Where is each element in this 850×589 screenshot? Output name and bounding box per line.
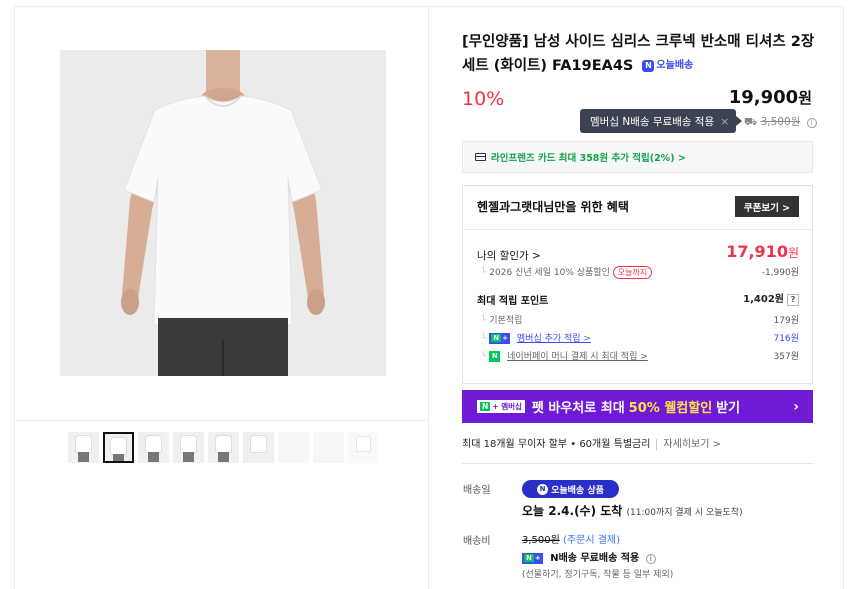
product-main-image[interactable] bbox=[60, 50, 386, 376]
tshirt-model-photo bbox=[60, 50, 386, 376]
thumbnail[interactable] bbox=[138, 432, 169, 463]
base-points-label: 기본적립 bbox=[489, 316, 523, 326]
max-points-label: 최대 적립 포인트 bbox=[477, 296, 549, 307]
free-shipping-row: N + N배송 무료배송 적용 i bbox=[522, 549, 656, 564]
npay-points-row: └ N 네이버페이 머니 결제 시 최대 적립 > bbox=[481, 351, 648, 362]
close-icon[interactable]: × bbox=[720, 115, 729, 128]
my-price-unit: 원 bbox=[787, 246, 799, 260]
arrival-date: 오늘 2.4.(수) 도착 bbox=[522, 504, 623, 518]
membership-tag: N + 멤버십 bbox=[477, 400, 525, 413]
product-title: [무인양품] 남성 사이드 심리스 크루넥 반소매 티셔츠 2장 세트 (화이트… bbox=[462, 30, 822, 78]
installment-more-link[interactable]: 자세히보기 > bbox=[656, 439, 721, 450]
thumbnail-strip bbox=[68, 432, 379, 463]
info-icon[interactable]: i bbox=[645, 554, 656, 564]
nplus-membership-icon: N + bbox=[522, 552, 543, 564]
shipping-fee-original: 3,500원 bbox=[522, 535, 560, 546]
sale-price-unit: 원 bbox=[798, 89, 812, 107]
card-promo-text: 라인프렌즈 카드 최대 358원 추가 적립(2%) > bbox=[491, 153, 686, 164]
membership-tooltip: 멤버십 N배송 무료배송 적용 × bbox=[580, 109, 736, 133]
arrival-note: (11:00까지 결제 시 오늘도착) bbox=[626, 508, 743, 518]
arrival-info: 오늘 2.4.(수) 도착 (11:00까지 결제 시 오늘도착) bbox=[522, 502, 743, 519]
base-points: 179원 bbox=[773, 316, 799, 326]
n-delivery-icon: N bbox=[537, 483, 549, 495]
thumbnail[interactable] bbox=[348, 432, 379, 463]
thumbnail[interactable] bbox=[243, 432, 274, 463]
today-delivery-pill-label: 오늘배송 상품 bbox=[551, 485, 604, 496]
n-delivery-icon: N bbox=[642, 60, 655, 72]
npay-icon: N bbox=[489, 351, 501, 362]
today-delivery-pill: N 오늘배송 상품 bbox=[522, 480, 619, 498]
my-price-value: 17,910 bbox=[726, 242, 788, 261]
card-promo-banner[interactable]: 라인프렌즈 카드 최대 358원 추가 적립(2%) > bbox=[462, 141, 813, 173]
npay-points-link[interactable]: 네이버페이 머니 결제 시 최대 적립 > bbox=[507, 352, 648, 362]
help-icon[interactable]: ? bbox=[787, 294, 799, 306]
sale-amount: -1,990원 bbox=[761, 268, 799, 278]
thumbnail[interactable] bbox=[278, 432, 309, 463]
shipping-fee-label: 배송비 bbox=[463, 536, 491, 547]
membership-points-link[interactable]: 멤버십 추가 적립 > bbox=[517, 334, 591, 344]
my-price-label[interactable]: 나의 할인가 > bbox=[477, 248, 541, 263]
free-shipping-text: N배송 무료배송 적용 bbox=[550, 553, 640, 564]
truck-icon: ⛟ bbox=[744, 116, 758, 128]
delivery-date-label: 배송일 bbox=[463, 485, 491, 496]
nplus-membership-icon: N + bbox=[489, 333, 511, 344]
base-points-row: └ 기본적립 bbox=[481, 316, 523, 326]
sale-line-text: 2026 신년 세일 10% 상품할인 bbox=[489, 268, 610, 278]
info-icon[interactable]: i bbox=[806, 118, 817, 128]
discount-rate: 10% bbox=[462, 88, 505, 110]
today-only-badge: 오늘까지 bbox=[612, 266, 653, 279]
npay-points: 357원 bbox=[773, 352, 799, 362]
today-delivery-label: 오늘배송 bbox=[656, 60, 694, 71]
sale-price-value: 19,900 bbox=[728, 87, 799, 108]
pet-voucher-banner[interactable]: N + 멤버십 펫 바우처로 최대 50% 웰컴할인 받기 › bbox=[462, 390, 813, 423]
shipping-fee-strip: ⛟ 3,500원 i bbox=[744, 114, 817, 130]
sale-line: └ 2026 신년 세일 10% 상품할인 오늘까지 bbox=[481, 265, 653, 279]
installment-text: 최대 18개월 무이자 할부 • 60개월 특별금리 bbox=[462, 439, 651, 450]
thumbnail[interactable] bbox=[68, 432, 99, 463]
benefits-title: 헨젤과그랫대님만을 위한 혜택 bbox=[477, 200, 629, 214]
banner-text-after: 받기 bbox=[716, 401, 741, 416]
my-price: 17,910원 bbox=[726, 242, 799, 261]
banner-text-before: 펫 바우처로 최대 bbox=[531, 401, 625, 416]
benefits-divider bbox=[463, 229, 812, 230]
coupon-view-button[interactable]: 쿠폰보기 > bbox=[735, 196, 799, 217]
membership-points-row: └ N + 멤버십 추가 적립 > bbox=[481, 333, 591, 344]
sale-price: 19,900원 bbox=[729, 87, 812, 108]
membership-tag-label: 멤버십 bbox=[501, 402, 522, 411]
thumbnail[interactable] bbox=[173, 432, 204, 463]
banner-highlight: 50% 웰컴할인 bbox=[628, 401, 713, 416]
thumbnail[interactable] bbox=[208, 432, 239, 463]
credit-card-icon bbox=[475, 153, 486, 161]
membership-points: 716원 bbox=[773, 334, 799, 344]
thumbnail-selected[interactable] bbox=[103, 432, 134, 463]
shipping-fee-note: (주문시 결제) bbox=[563, 535, 620, 546]
shipping-exclusion-note: (선물하기, 정기구독, 작물 등 일부 제외) bbox=[522, 570, 674, 580]
installment-info: 최대 18개월 무이자 할부 • 60개월 특별금리 자세히보기 > bbox=[462, 435, 721, 450]
max-points-value: 1,402원 bbox=[743, 294, 784, 305]
tooltip-arrow bbox=[736, 116, 742, 126]
max-points: 1,402원? bbox=[743, 290, 799, 306]
gallery-divider bbox=[15, 420, 429, 421]
original-shipping-fee: 3,500원 bbox=[760, 116, 801, 128]
section-divider bbox=[462, 463, 813, 464]
thumbnail[interactable] bbox=[313, 432, 344, 463]
tooltip-text: 멤버십 N배송 무료배송 적용 bbox=[590, 115, 715, 128]
chevron-right-icon: › bbox=[793, 398, 799, 415]
shipping-fee: 3,500원 (주문시 결제) bbox=[522, 531, 620, 546]
product-title-text: [무인양품] 남성 사이드 심리스 크루넥 반소매 티셔츠 2장 세트 (화이트… bbox=[462, 34, 815, 74]
today-delivery-badge: N 오늘배송 bbox=[642, 54, 693, 78]
